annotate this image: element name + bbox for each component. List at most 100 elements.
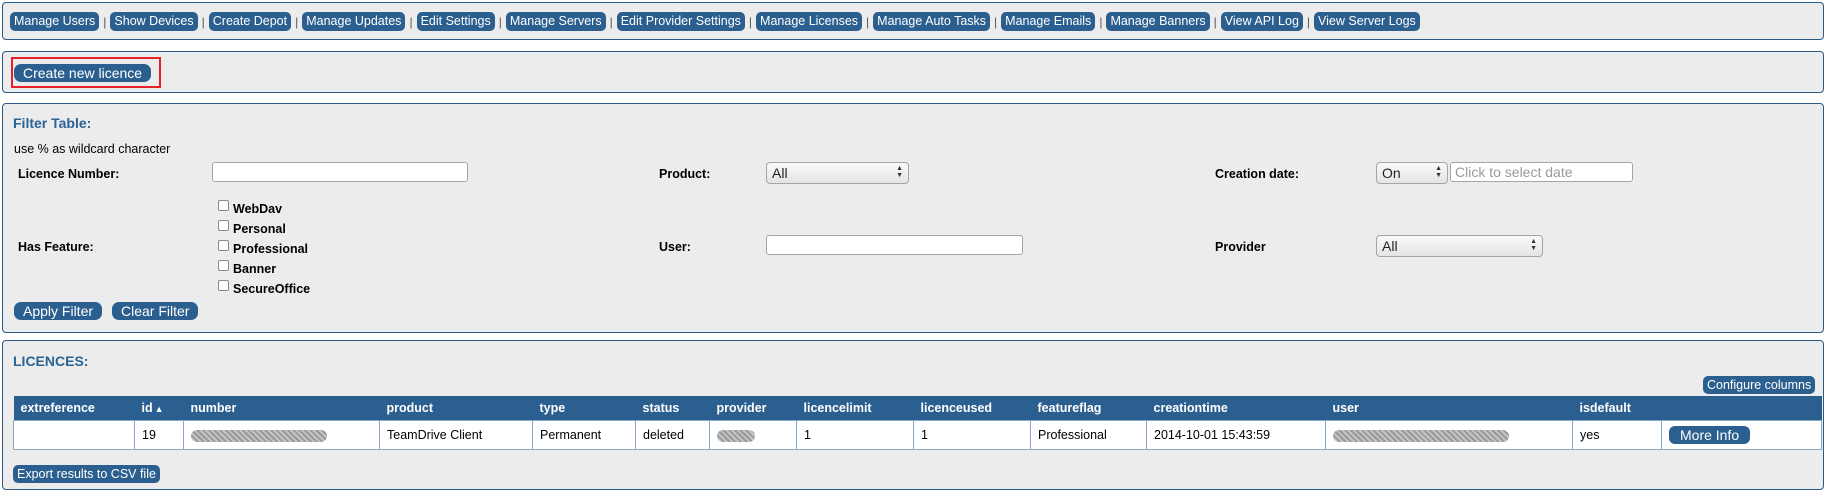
- admin-nav-bar: Manage Users | Show Devices | Create Dep…: [10, 12, 1420, 31]
- col-licencelimit-header[interactable]: licencelimit: [796, 396, 914, 421]
- admin-nav-panel: Manage Users | Show Devices | Create Dep…: [2, 2, 1824, 40]
- col-number-label: number: [190, 401, 237, 415]
- col-licenceused-label: licenceused: [920, 401, 993, 415]
- cell-type: Permanent: [532, 420, 636, 450]
- cell-product: TeamDrive Client: [379, 420, 533, 450]
- col-type-header[interactable]: type: [532, 396, 636, 421]
- feature-secureoffice[interactable]: SecureOffice: [218, 279, 311, 296]
- nav-separator: |: [201, 14, 205, 29]
- nav-create-depot-button[interactable]: Create Depot: [208, 12, 292, 31]
- cell-licenceused: 1: [913, 420, 1031, 450]
- col-status-header[interactable]: status: [635, 396, 710, 421]
- apply-filter-button[interactable]: Apply Filter: [14, 302, 103, 320]
- cell-user: [1325, 420, 1573, 450]
- redacted-provider: [717, 429, 755, 442]
- cell-featureflag: Professional: [1030, 420, 1147, 450]
- cell-extreference: [13, 420, 135, 450]
- col-isdefault-header[interactable]: isdefault: [1572, 396, 1662, 421]
- col-user-label: user: [1332, 401, 1359, 415]
- col-status-label: status: [642, 401, 680, 415]
- cell-status: deleted: [635, 420, 710, 450]
- col-user-header[interactable]: user: [1325, 396, 1573, 421]
- col-licenceused-header[interactable]: licenceused: [913, 396, 1031, 421]
- feature-banner[interactable]: Banner: [218, 259, 276, 276]
- creation-date-input[interactable]: Click to select date: [1450, 162, 1633, 182]
- feature-webdav-label: WebDav: [233, 202, 283, 216]
- product-select[interactable]: All ▲ ▼: [766, 162, 909, 184]
- col-extreference-header[interactable]: extreference: [13, 396, 135, 421]
- cell-actions: More Info: [1661, 420, 1822, 450]
- product-label: Product:: [659, 167, 711, 181]
- nav-manage-emails-button[interactable]: Manage Emails: [1001, 12, 1096, 31]
- nav-separator: |: [103, 14, 107, 29]
- nav-separator: |: [409, 14, 413, 29]
- nav-edit-settings-button[interactable]: Edit Settings: [416, 12, 495, 31]
- feature-banner-checkbox[interactable]: [218, 259, 229, 271]
- col-id-header[interactable]: id ▲: [134, 396, 184, 421]
- feature-secureoffice-checkbox[interactable]: [218, 279, 229, 291]
- licences-table: extreference id ▲ number product type sta…: [13, 396, 1822, 450]
- table-row: 19 TeamDrive Client Permanent deleted 1 …: [13, 420, 1822, 450]
- nav-manage-licenses-button[interactable]: Manage Licenses: [756, 12, 863, 31]
- provider-select[interactable]: All ▲ ▼: [1376, 235, 1543, 257]
- more-info-button[interactable]: More Info: [1669, 426, 1751, 444]
- licences-title: LICENCES:: [13, 353, 89, 369]
- creation-date-mode-select[interactable]: On ▲ ▼: [1376, 162, 1448, 184]
- nav-separator: |: [609, 14, 613, 29]
- cell-isdefault: yes: [1572, 420, 1662, 450]
- nav-manage-updates-button[interactable]: Manage Updates: [302, 12, 406, 31]
- nav-separator: |: [994, 14, 998, 29]
- col-featureflag-label: featureflag: [1037, 401, 1102, 415]
- nav-view-server-logs-button[interactable]: View Server Logs: [1314, 12, 1420, 31]
- nav-separator: |: [1213, 14, 1217, 29]
- select-arrows-icon: ▲ ▼: [896, 165, 903, 179]
- filter-panel: Filter Table: use % as wildcard characte…: [2, 103, 1824, 333]
- nav-manage-auto-tasks-button[interactable]: Manage Auto Tasks: [873, 12, 991, 31]
- col-creationtime-header[interactable]: creationtime: [1146, 396, 1326, 421]
- feature-personal[interactable]: Personal: [218, 219, 286, 236]
- nav-show-devices-button[interactable]: Show Devices: [110, 12, 198, 31]
- has-feature-label: Has Feature:: [18, 240, 94, 254]
- user-input[interactable]: [766, 235, 1023, 255]
- col-number-header[interactable]: number: [183, 396, 380, 421]
- licences-panel: LICENCES: Configure columns extreference…: [2, 340, 1824, 490]
- feature-webdav-checkbox[interactable]: [218, 199, 229, 211]
- col-actions-header: [1661, 396, 1822, 421]
- redacted-number: [191, 429, 327, 442]
- create-new-licence-button[interactable]: Create new licence: [14, 64, 152, 82]
- triangle-up-icon: ▲: [154, 404, 164, 414]
- licence-number-label: Licence Number:: [18, 167, 120, 181]
- cell-number: [183, 420, 380, 450]
- feature-personal-checkbox[interactable]: [218, 219, 229, 231]
- col-creationtime-label: creationtime: [1153, 401, 1228, 415]
- cell-creationtime: 2014-10-01 15:43:59: [1146, 420, 1326, 450]
- col-licencelimit-label: licencelimit: [803, 401, 872, 415]
- nav-manage-servers-button[interactable]: Manage Servers: [505, 12, 606, 31]
- col-provider-label: provider: [716, 401, 767, 415]
- nav-edit-provider-settings-button[interactable]: Edit Provider Settings: [616, 12, 745, 31]
- nav-manage-users-button[interactable]: Manage Users: [10, 12, 100, 31]
- nav-manage-banners-button[interactable]: Manage Banners: [1106, 12, 1210, 31]
- creation-date-mode-value: On: [1382, 165, 1401, 181]
- creation-date-label: Creation date:: [1215, 167, 1300, 181]
- feature-webdav[interactable]: WebDav: [218, 199, 283, 216]
- clear-filter-button[interactable]: Clear Filter: [112, 302, 199, 320]
- licence-number-input[interactable]: [212, 162, 468, 182]
- col-extreference-label: extreference: [20, 401, 95, 415]
- col-provider-header[interactable]: provider: [709, 396, 797, 421]
- feature-professional[interactable]: Professional: [218, 239, 308, 256]
- nav-separator: |: [866, 14, 870, 29]
- cell-licencelimit: 1: [796, 420, 914, 450]
- nav-separator: |: [1306, 14, 1311, 29]
- user-label: User:: [659, 240, 691, 254]
- select-arrows-icon: ▲ ▼: [1530, 238, 1537, 252]
- col-product-header[interactable]: product: [379, 396, 533, 421]
- feature-professional-checkbox[interactable]: [218, 239, 229, 251]
- configure-columns-button[interactable]: Configure columns: [1703, 376, 1816, 394]
- nav-view-api-log-button[interactable]: View API Log: [1220, 12, 1303, 31]
- export-csv-button[interactable]: Export results to CSV file: [13, 465, 160, 483]
- col-featureflag-header[interactable]: featureflag: [1030, 396, 1147, 421]
- cell-provider: [709, 420, 797, 450]
- feature-personal-label: Personal: [233, 222, 286, 236]
- feature-secureoffice-label: SecureOffice: [233, 282, 311, 296]
